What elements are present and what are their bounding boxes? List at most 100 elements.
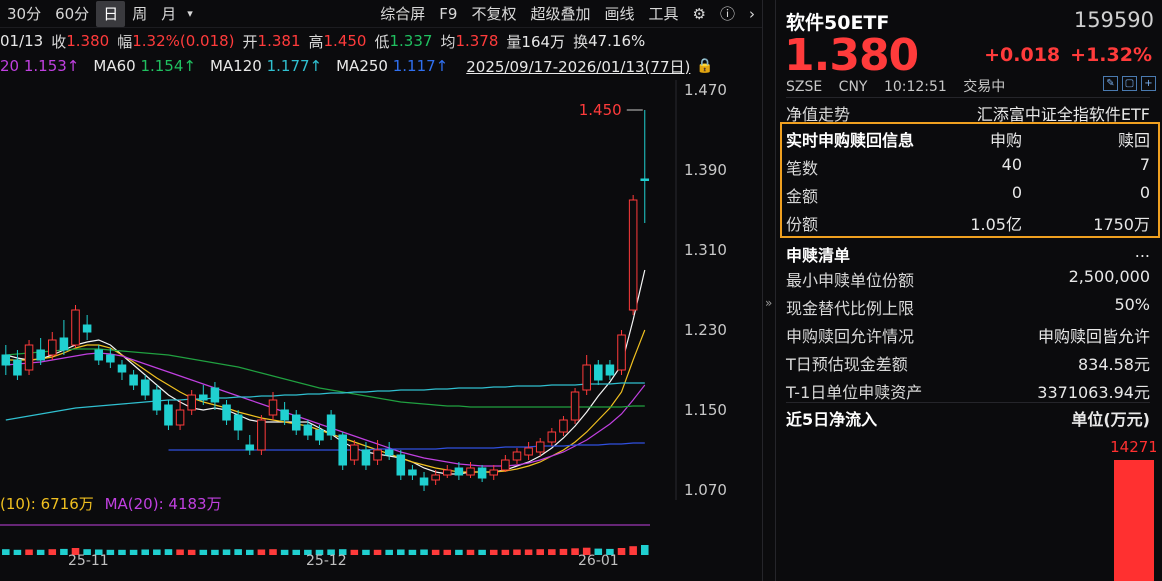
trading-status: 交易中 — [963, 79, 1006, 95]
high-value: 1.450 — [323, 32, 367, 50]
candle-body — [210, 387, 220, 403]
candlestick-chart[interactable]: 1.470 1.390 1.310 1.230 1.150 1.070 1.450 1.069 — [0, 80, 762, 500]
composite-screen-button[interactable]: 综合屏 — [373, 1, 432, 27]
edit-icon[interactable]: ✎ — [1103, 76, 1118, 91]
no-adjust-button[interactable]: 不复权 — [464, 1, 523, 27]
amp-label: 幅 — [117, 32, 133, 51]
y-tick-label: 1.230 — [684, 321, 727, 339]
candle-body — [94, 349, 104, 361]
subscribe-value: 40 — [1001, 155, 1022, 174]
window-icon[interactable]: ▢ — [1122, 76, 1137, 91]
ma120-label: MA120 — [209, 57, 262, 75]
candle-body — [535, 441, 545, 453]
candle-body — [594, 364, 603, 381]
add-icon[interactable]: + — [1141, 76, 1156, 91]
gear-icon[interactable]: ⚙ — [686, 1, 713, 27]
ma60-label: MA60 — [93, 57, 136, 75]
current-price: 1.380 — [784, 30, 919, 81]
quote-summary-row: 01/13 收 1.380 幅 1.32%(0.018) 开 1.381 高 1.450… — [0, 30, 762, 52]
candle-body — [199, 394, 208, 401]
inflow-bar — [1114, 460, 1154, 581]
ma60-value: 1.154↑ — [140, 57, 196, 75]
candle-body — [524, 447, 533, 456]
redeem-list-row: 申购赎回允许情况 申购赎回皆允许 — [786, 320, 1150, 346]
period-60min[interactable]: 60分 — [48, 1, 96, 27]
candle-body — [559, 419, 568, 433]
close-value: 1.380 — [66, 32, 110, 50]
ma-line-ma5 — [5, 269, 646, 475]
max-price-label: 1.450 — [579, 101, 622, 119]
period-more-dropdown[interactable]: ▾ — [183, 1, 197, 27]
candle-body — [257, 419, 266, 451]
etf-info-panel: 软件50ETF 159590 1.380 +0.018 +1.32% SZSE C… — [776, 0, 1162, 581]
period-month[interactable]: 月 — [154, 1, 183, 27]
x-axis: 25-11 25-12 26-01 — [0, 553, 680, 573]
candle-body — [140, 379, 150, 396]
period-toolbar: 30分 60分 日 周 月 ▾ 综合屏 F9 不复权 超级叠加 画线 工具 ⚙ … — [0, 0, 762, 28]
close-label: 收 — [51, 32, 67, 51]
ma20-value: 20 1.153↑ — [0, 57, 80, 75]
super-overlay-button[interactable]: 超级叠加 — [523, 1, 597, 27]
draw-line-button[interactable]: 画线 — [598, 1, 642, 27]
candle-body — [640, 178, 650, 181]
y-tick-label: 1.150 — [684, 401, 727, 419]
ma250-legend: MA250 1.117↑ — [336, 57, 448, 75]
candle-body — [24, 344, 34, 371]
currency-label: CNY — [838, 79, 868, 95]
row-label: 金额 — [786, 187, 819, 206]
candle-body — [222, 404, 231, 421]
x-tick-label: 26-01 — [578, 553, 619, 569]
redeem-list-row: 最小申赎单位份额 2,500,000 — [786, 264, 1150, 290]
nav-trend-row[interactable]: 净值走势 汇添富中证全指软件ETF — [786, 97, 1150, 124]
period-week[interactable]: 周 — [125, 1, 154, 27]
candle-body — [13, 359, 22, 376]
period-30min[interactable]: 30分 — [0, 1, 48, 27]
change-value: +0.018 — [984, 44, 1061, 66]
quote-time: 10:12:51 — [883, 79, 947, 95]
row-label: T-1日单位申赎资产 — [786, 383, 923, 402]
row-value: 2,500,000 — [1068, 267, 1150, 286]
lock-icon[interactable]: 🔒 — [696, 58, 713, 74]
vol-ma10-value: (10): 6716万 — [0, 495, 94, 513]
x-tick-label: 25-12 — [306, 553, 347, 569]
row-label: 最小申赎单位份额 — [786, 271, 915, 290]
candle-body — [152, 389, 162, 411]
redeem-list-header: 申赎清单 ... — [786, 239, 1150, 265]
candle-body — [373, 449, 382, 461]
price-change: +0.018 +1.32% — [974, 44, 1152, 66]
candle-body — [326, 414, 336, 436]
candle-body — [291, 414, 301, 431]
candle-body — [338, 434, 347, 466]
x-tick-label: 25-11 — [68, 553, 109, 569]
tools-button[interactable]: 工具 — [642, 1, 686, 27]
help-icon[interactable]: ⓘ — [713, 1, 742, 27]
row-label: 申购赎回允许情况 — [786, 327, 915, 346]
panel-divider[interactable]: » — [762, 0, 776, 581]
volume-chart[interactable] — [0, 515, 680, 555]
close-icon[interactable]: › — [742, 1, 762, 27]
f9-button[interactable]: F9 — [432, 1, 464, 27]
redeem-list-row: T日预估现金差额 834.58元 — [786, 348, 1150, 374]
redeem-value: 1750万 — [1093, 215, 1150, 234]
ma-line-ma20 — [5, 352, 646, 467]
exchange-label: SZSE — [786, 79, 823, 95]
ma60-legend: MA60 1.154↑ — [93, 57, 196, 75]
y-tick-label: 1.390 — [684, 161, 727, 179]
candle-body — [582, 364, 591, 391]
candle-body — [59, 337, 69, 351]
inflow-unit: 单位(万元) — [1071, 410, 1150, 429]
period-day[interactable]: 日 — [96, 0, 126, 27]
ma250-value: 1.117↑ — [392, 57, 449, 75]
volume-label: 量 — [506, 32, 522, 51]
candle-body — [512, 451, 522, 461]
candle-body — [442, 469, 452, 476]
date-range-link[interactable]: 2025/09/17-2026/01/13(77日) — [466, 56, 690, 77]
ma120-value: 1.177↑ — [266, 57, 323, 75]
open-value: 1.381 — [257, 32, 301, 50]
collapse-icon[interactable]: » — [765, 296, 772, 310]
candle-body — [605, 364, 615, 376]
candle-body — [187, 394, 196, 411]
candle-body — [570, 391, 580, 421]
candle-body — [384, 449, 394, 456]
more-button[interactable]: ... — [1135, 242, 1150, 261]
